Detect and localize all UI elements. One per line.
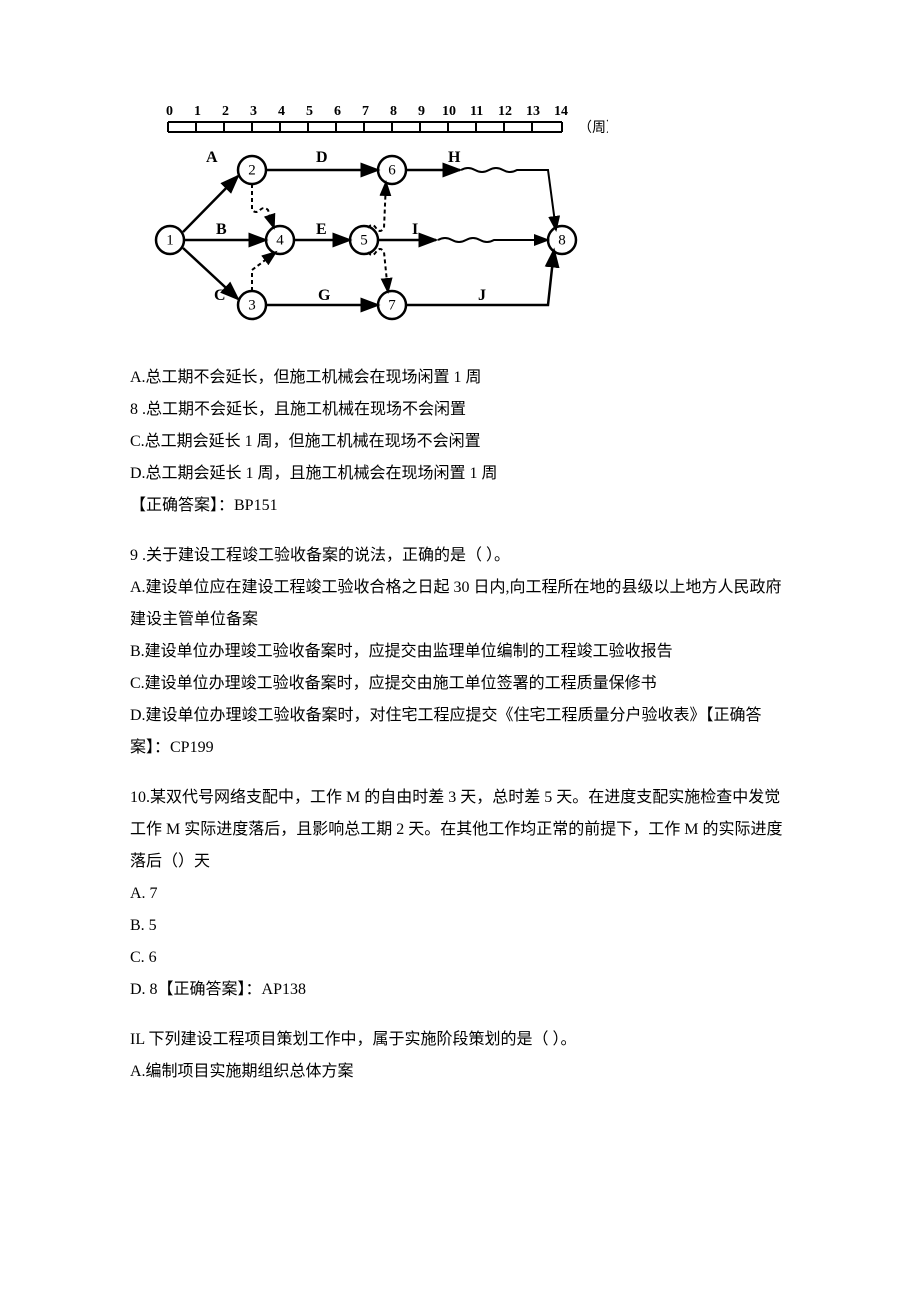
svg-text:D: D (316, 149, 328, 166)
q10-option-c: C. 6 (130, 942, 790, 974)
svg-text:4: 4 (278, 104, 285, 119)
svg-text:4: 4 (276, 232, 284, 248)
svg-text:12: 12 (498, 104, 512, 119)
svg-text:J: J (478, 287, 486, 304)
svg-text:I: I (412, 221, 418, 238)
network-diagram: 012 345 678 91011 121314 （周） (148, 100, 790, 342)
svg-text:（周）: （周） (578, 120, 608, 136)
page: 012 345 678 91011 121314 （周） (0, 0, 920, 1301)
svg-text:14: 14 (554, 104, 568, 119)
svg-text:A: A (206, 149, 218, 166)
svg-text:8: 8 (390, 104, 397, 119)
question-10: 10.某双代号网络支配中，工作 M 的自由时差 3 天，总时差 5 天。在进度支… (130, 782, 790, 1006)
diagram-svg: 012 345 678 91011 121314 （周） (148, 100, 608, 330)
q8-option-b: 8 .总工期不会延长，且施工机械在现场不会闲置 (130, 394, 790, 426)
q10-stem: 10.某双代号网络支配中，工作 M 的自由时差 3 天，总时差 5 天。在进度支… (130, 782, 790, 878)
q11-stem: IL 下列建设工程项目策划工作中，属于实施阶段策划的是（ ）。 (130, 1024, 790, 1056)
svg-text:10: 10 (442, 104, 456, 119)
svg-text:B: B (216, 221, 227, 238)
q9-option-d: D.建设单位办理竣工验收备案时，对住宅工程应提交《住宅工程质量分户验收表》【正确… (130, 700, 790, 764)
svg-text:C: C (214, 287, 226, 304)
svg-text:2: 2 (222, 104, 229, 119)
q8-option-a: A.总工期不会延长，但施工机械会在现场闲置 1 周 (130, 362, 790, 394)
q10-option-b: B. 5 (130, 910, 790, 942)
svg-text:E: E (316, 221, 327, 238)
svg-text:1: 1 (194, 104, 201, 119)
q8-answer: 【正确答案】：BP151 (130, 490, 790, 522)
svg-text:5: 5 (306, 104, 313, 119)
svg-text:1: 1 (166, 232, 174, 248)
svg-text:7: 7 (362, 104, 369, 119)
svg-text:5: 5 (360, 232, 368, 248)
q9-option-a: A.建设单位应在建设工程竣工验收合格之日起 30 日内,向工程所在地的县级以上地… (130, 572, 790, 636)
question-11: IL 下列建设工程项目策划工作中，属于实施阶段策划的是（ ）。 A.编制项目实施… (130, 1024, 790, 1088)
svg-text:3: 3 (248, 297, 256, 313)
q9-stem: 9 .关于建设工程竣工验收备案的说法，正确的是（ ）。 (130, 540, 790, 572)
q9-option-c: C.建设单位办理竣工验收备案时，应提交由施工单位签署的工程质量保修书 (130, 668, 790, 700)
q11-option-a: A.编制项目实施期组织总体方案 (130, 1056, 790, 1088)
svg-text:0: 0 (166, 104, 173, 119)
q8-option-c: C.总工期会延长 1 周，但施工机械在现场不会闲置 (130, 426, 790, 458)
svg-text:H: H (448, 149, 461, 166)
question-9: 9 .关于建设工程竣工验收备案的说法，正确的是（ ）。 A.建设单位应在建设工程… (130, 540, 790, 764)
svg-text:11: 11 (470, 104, 483, 119)
svg-text:7: 7 (388, 297, 396, 313)
question-8-options: A.总工期不会延长，但施工机械会在现场闲置 1 周 8 .总工期不会延长，且施工… (130, 362, 790, 522)
svg-text:6: 6 (388, 162, 396, 178)
svg-text:3: 3 (250, 104, 257, 119)
q10-option-a: A. 7 (130, 878, 790, 910)
svg-text:13: 13 (526, 104, 540, 119)
svg-text:9: 9 (418, 104, 425, 119)
svg-text:6: 6 (334, 104, 341, 119)
q10-option-d: D. 8【正确答案】：AP138 (130, 974, 790, 1006)
q8-option-d: D.总工期会延长 1 周，且施工机械会在现场闲置 1 周 (130, 458, 790, 490)
svg-text:8: 8 (558, 232, 566, 248)
svg-text:2: 2 (248, 162, 256, 178)
q9-option-b: B.建设单位办理竣工验收备案时，应提交由监理单位编制的工程竣工验收报告 (130, 636, 790, 668)
svg-text:G: G (318, 287, 331, 304)
